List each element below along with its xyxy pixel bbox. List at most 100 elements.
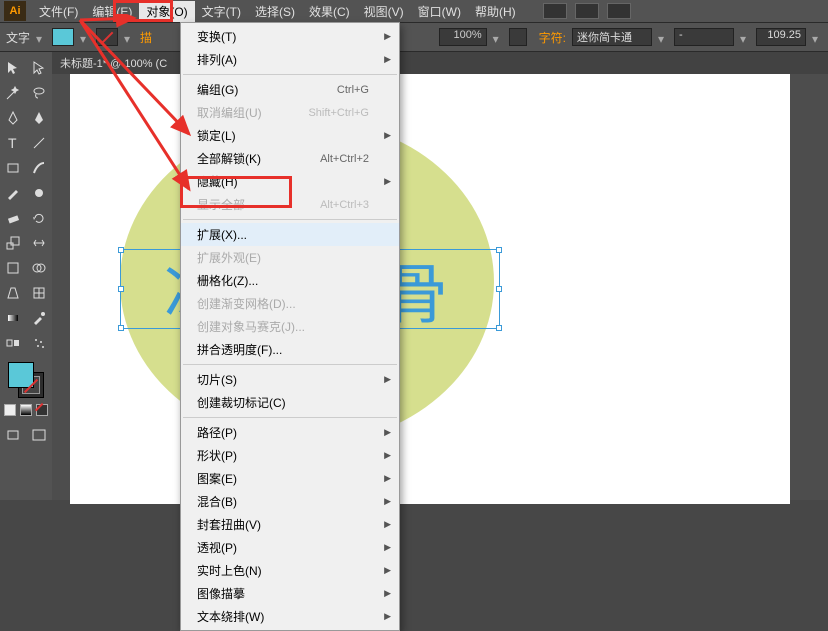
handle-lm[interactable]: [118, 286, 124, 292]
menu-separator: [183, 417, 397, 418]
handle-tl[interactable]: [118, 247, 124, 253]
color-mode-solid[interactable]: [4, 404, 16, 416]
document-tab-bar: 未标题-1* @ 100% (C: [0, 52, 828, 74]
rectangle-tool[interactable]: [0, 156, 26, 180]
layout-btn-2[interactable]: [575, 3, 599, 19]
eraser-tool[interactable]: [0, 206, 26, 230]
menu-image-trace[interactable]: 图像描摹: [181, 582, 399, 605]
style-dropdown-icon[interactable]: ▾: [740, 32, 750, 42]
menu-live-paint[interactable]: 实时上色(N): [181, 559, 399, 582]
menu-group[interactable]: 编组(G)Ctrl+G: [181, 78, 399, 101]
font-field[interactable]: 迷你简卡通: [572, 28, 652, 46]
font-dropdown-icon[interactable]: ▾: [658, 32, 668, 42]
object-type-label: 文字: [6, 29, 30, 46]
eyedropper-tool[interactable]: [26, 306, 52, 330]
menu-path[interactable]: 路径(P): [181, 421, 399, 444]
lasso-tool[interactable]: [26, 81, 52, 105]
fill-dropdown-icon[interactable]: ▾: [80, 32, 90, 42]
menu-hide[interactable]: 隐藏(H): [181, 170, 399, 193]
symbol-sprayer-tool[interactable]: [26, 331, 52, 355]
menu-arrange[interactable]: 排列(A): [181, 48, 399, 71]
menu-unlock-all[interactable]: 全部解锁(K)Alt+Ctrl+2: [181, 147, 399, 170]
chevron-down-icon[interactable]: ▾: [36, 32, 46, 42]
curvature-tool[interactable]: [26, 106, 52, 130]
screen-mode-tool[interactable]: [0, 423, 26, 447]
menu-type[interactable]: 文字(T): [195, 1, 248, 22]
menu-window[interactable]: 窗口(W): [411, 1, 468, 22]
menu-expand[interactable]: 扩展(X)...: [181, 223, 399, 246]
menu-view[interactable]: 视图(V): [357, 1, 411, 22]
rotation-field[interactable]: 109.25: [756, 28, 806, 46]
color-mode-swatches: [4, 404, 48, 416]
perspective-tool[interactable]: [0, 281, 26, 305]
stroke-dropdown-icon[interactable]: ▾: [124, 32, 134, 42]
selection-tool[interactable]: [0, 56, 26, 80]
gradient-tool[interactable]: [0, 306, 26, 330]
menu-object-mosaic: 创建对象马赛克(J)...: [181, 315, 399, 338]
menu-edit[interactable]: 编辑(E): [85, 1, 139, 22]
rotate-tool[interactable]: [26, 206, 52, 230]
stroke-label: 描: [140, 29, 152, 46]
paintbrush-tool[interactable]: [26, 156, 52, 180]
menu-pattern[interactable]: 图案(E): [181, 467, 399, 490]
menu-ungroup: 取消编组(U)Shift+Ctrl+G: [181, 101, 399, 124]
menu-help[interactable]: 帮助(H): [468, 1, 523, 22]
document-tab[interactable]: 未标题-1* @ 100% (C: [60, 55, 167, 71]
menu-effect[interactable]: 效果(C): [302, 1, 357, 22]
menu-blend[interactable]: 混合(B): [181, 490, 399, 513]
artboard[interactable]: 冰霜刺骨: [70, 74, 790, 504]
handle-bl[interactable]: [118, 325, 124, 331]
menu-shape[interactable]: 形状(P): [181, 444, 399, 467]
blend-tool[interactable]: [0, 331, 26, 355]
change-screen-mode[interactable]: [26, 423, 52, 447]
handle-rm[interactable]: [496, 286, 502, 292]
menu-slice[interactable]: 切片(S): [181, 368, 399, 391]
zoom-dropdown-icon[interactable]: ▾: [493, 32, 503, 42]
pencil-tool[interactable]: [0, 181, 26, 205]
width-tool[interactable]: [26, 231, 52, 255]
line-tool[interactable]: [26, 131, 52, 155]
handle-tr[interactable]: [496, 247, 502, 253]
free-transform-tool[interactable]: [0, 256, 26, 280]
search-icon[interactable]: [509, 28, 527, 46]
svg-text:T: T: [8, 135, 17, 151]
menu-flatten-transparency[interactable]: 拼合透明度(F)...: [181, 338, 399, 361]
menu-perspective[interactable]: 透视(P): [181, 536, 399, 559]
handle-br[interactable]: [496, 325, 502, 331]
layout-btn-3[interactable]: [607, 3, 631, 19]
direct-selection-tool[interactable]: [26, 56, 52, 80]
rot-dropdown-icon[interactable]: ▾: [812, 32, 822, 42]
menu-envelope[interactable]: 封套扭曲(V): [181, 513, 399, 536]
stroke-swatch[interactable]: [96, 28, 118, 46]
type-tool[interactable]: T: [0, 131, 26, 155]
color-mode-gradient[interactable]: [20, 404, 32, 416]
menu-object[interactable]: 对象(O): [139, 1, 194, 22]
menu-select[interactable]: 选择(S): [248, 1, 302, 22]
menu-bar: Ai 文件(F) 编辑(E) 对象(O) 文字(T) 选择(S) 效果(C) 视…: [0, 0, 828, 22]
fill-stroke-indicator[interactable]: [8, 362, 44, 398]
object-menu-dropdown: 变换(T) 排列(A) 编组(G)Ctrl+G 取消编组(U)Shift+Ctr…: [180, 22, 400, 631]
menu-text-wrap[interactable]: 文本绕排(W): [181, 605, 399, 628]
scale-tool[interactable]: [0, 231, 26, 255]
menu-file[interactable]: 文件(F): [32, 1, 85, 22]
color-mode-none[interactable]: [36, 404, 48, 416]
font-style-field[interactable]: -: [674, 28, 734, 46]
magic-wand-tool[interactable]: [0, 81, 26, 105]
menu-rasterize[interactable]: 栅格化(Z)...: [181, 269, 399, 292]
mesh-tool[interactable]: [26, 281, 52, 305]
menubar-extras: [543, 3, 631, 19]
layout-btn-1[interactable]: [543, 3, 567, 19]
menu-transform[interactable]: 变换(T): [181, 25, 399, 48]
menu-crop-marks[interactable]: 创建裁切标记(C): [181, 391, 399, 414]
workspace: 未标题-1* @ 100% (C T 冰霜: [0, 52, 828, 500]
pen-tool[interactable]: [0, 106, 26, 130]
menu-lock[interactable]: 锁定(L): [181, 124, 399, 147]
menu-separator: [183, 219, 397, 220]
blob-brush-tool[interactable]: [26, 181, 52, 205]
shape-builder-tool[interactable]: [26, 256, 52, 280]
fill-swatch[interactable]: [52, 28, 74, 46]
menu-gradient-mesh: 创建渐变网格(D)...: [181, 292, 399, 315]
app-logo-text: Ai: [10, 5, 21, 17]
canvas-area: 冰霜刺骨: [52, 74, 828, 500]
zoom-field[interactable]: 100%: [439, 28, 487, 46]
